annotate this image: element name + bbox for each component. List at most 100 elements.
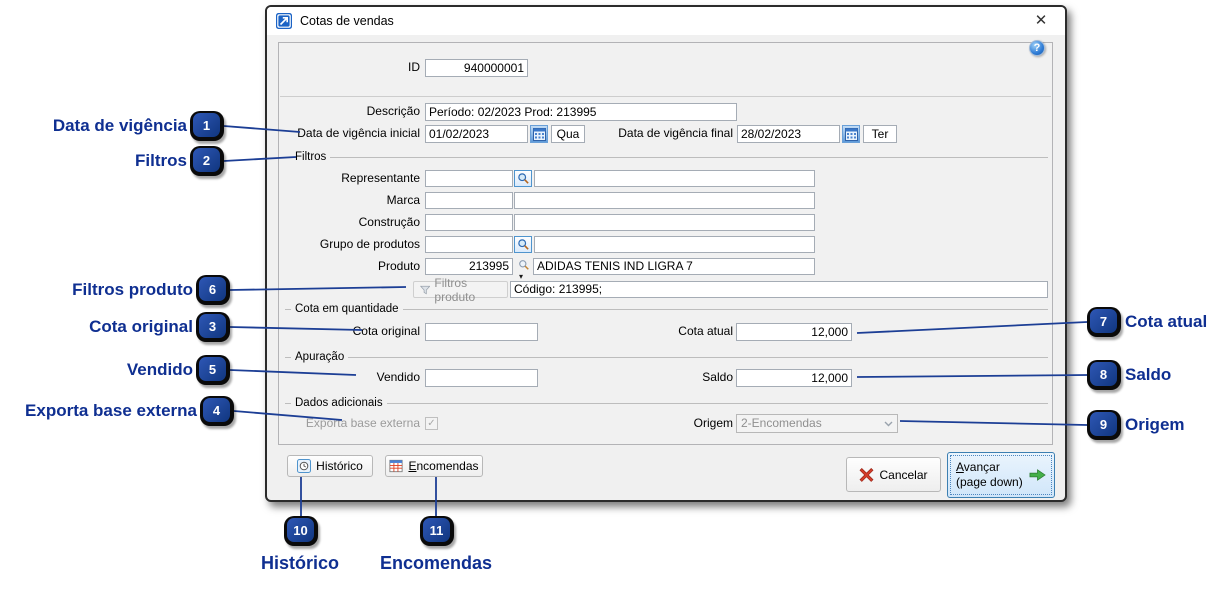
representante-name-field[interactable] [534, 170, 815, 187]
calendar-icon[interactable] [530, 125, 548, 143]
title-bar[interactable]: Cotas de vendas ✕ [267, 7, 1065, 35]
callout-label-exporta-base-externa: Exporta base externa [25, 399, 197, 423]
cota-atual-field[interactable]: 12,000 [736, 323, 852, 341]
vigencia-inicial-field[interactable]: 01/02/2023 [425, 125, 528, 143]
callout-label-vendido: Vendido [127, 358, 193, 382]
green-arrow-icon [1029, 468, 1046, 482]
cota-quantidade-group: Cota em quantidade [285, 309, 1048, 311]
marca-code-field[interactable] [425, 192, 513, 209]
descricao-field[interactable]: Período: 02/2023 Prod: 213995 [425, 103, 737, 121]
history-clock-icon [297, 459, 311, 473]
filtros-legend: Filtros [291, 150, 330, 165]
search-icon[interactable] [514, 170, 532, 187]
origem-label: Origem [694, 415, 733, 432]
vigencia-inicial-label: Data de vigência inicial [297, 125, 420, 142]
exporta-base-externa-checkbox[interactable]: ✓ [425, 417, 438, 430]
callout-label-filtros-produto: Filtros produto [72, 278, 193, 302]
marca-label: Marca [387, 192, 420, 209]
search-icon[interactable] [516, 258, 532, 272]
section-separator [280, 96, 1051, 97]
magnifier-glyph [517, 238, 530, 251]
cancelar-button-label: Cancelar [879, 468, 927, 482]
cota-atual-label: Cota atual [678, 323, 733, 340]
callout-badge-2: 2 [190, 146, 224, 176]
callout-badge-11: 11 [420, 516, 454, 546]
filtros-group: Filtros [285, 157, 1048, 159]
exporta-base-externa-label: Exporta base externa [306, 415, 420, 432]
grupo-produtos-label: Grupo de produtos [320, 236, 420, 253]
callout-badge-10: 10 [284, 516, 318, 546]
construcao-label: Construção [359, 214, 420, 231]
callout-badge-3: 3 [196, 312, 230, 342]
callout-badge-6: 6 [196, 275, 230, 305]
dados-adicionais-legend: Dados adicionais [291, 396, 387, 411]
callout-badge-1: 1 [190, 111, 224, 141]
callout-badge-5: 5 [196, 355, 230, 385]
callout-badge-8: 8 [1087, 360, 1121, 390]
dados-adicionais-group: Dados adicionais [285, 403, 1048, 405]
vendido-label: Vendido [377, 369, 420, 386]
encomendas-button[interactable]: Encomendas [385, 455, 483, 477]
vendido-field[interactable] [425, 369, 538, 387]
filtros-produto-button-label: Filtros produto [434, 276, 501, 304]
callout-label-historico: Histórico [230, 551, 370, 575]
avancar-button[interactable]: Avançar (page down) [947, 452, 1055, 498]
encomendas-button-label: Encomendas [408, 459, 478, 473]
representante-code-field[interactable] [425, 170, 513, 187]
cotas-de-vendas-dialog: Cotas de vendas ✕ ? ID 940000001 Descriç… [265, 5, 1067, 502]
magnifier-glyph [518, 259, 530, 271]
cota-original-label: Cota original [353, 323, 420, 340]
help-icon[interactable]: ? [1029, 40, 1045, 56]
callout-label-cota-atual: Cota atual [1125, 310, 1207, 334]
filtros-produto-button[interactable]: Filtros produto [413, 281, 508, 298]
cancelar-button[interactable]: Cancelar [846, 457, 941, 492]
historico-button[interactable]: Histórico [287, 455, 373, 477]
chevron-down-icon [884, 421, 893, 427]
grupo-produtos-code-field[interactable] [425, 236, 513, 253]
vigencia-final-label: Data de vigência final [618, 125, 733, 142]
orders-grid-icon [389, 459, 403, 473]
representante-label: Representante [341, 170, 420, 187]
cota-original-field[interactable] [425, 323, 538, 341]
id-field[interactable]: 940000001 [425, 59, 528, 77]
produto-label: Produto [378, 258, 420, 275]
funnel-icon [420, 284, 430, 296]
callout-badge-7: 7 [1087, 307, 1121, 337]
dropdown-caret-icon[interactable]: ▾ [519, 273, 523, 280]
construcao-code-field[interactable] [425, 214, 513, 231]
callout-label-data-de-vigencia: Data de vigência [53, 114, 187, 138]
magnifier-glyph [517, 172, 530, 185]
saldo-label: Saldo [702, 369, 733, 386]
avancar-button-label: Avançar (page down) [956, 460, 1023, 490]
cancel-x-icon [859, 467, 874, 482]
saldo-field[interactable]: 12,000 [736, 369, 852, 387]
grupo-produtos-name-field[interactable] [534, 236, 815, 253]
historico-button-label: Histórico [316, 459, 363, 473]
marca-name-field[interactable] [514, 192, 815, 209]
calendar-icon[interactable] [842, 125, 860, 143]
callout-label-saldo: Saldo [1125, 363, 1171, 387]
calendar-glyph [533, 128, 546, 141]
construcao-name-field[interactable] [514, 214, 815, 231]
search-icon[interactable] [514, 236, 532, 253]
callout-label-filtros: Filtros [135, 149, 187, 173]
weekday-final-box: Ter [863, 125, 897, 143]
callout-badge-9: 9 [1087, 410, 1121, 440]
filtros-produto-field[interactable]: Código: 213995; [510, 281, 1048, 298]
produto-name-field[interactable]: ADIDAS TENIS IND LIGRA 7 [533, 258, 815, 275]
callout-badge-4: 4 [200, 396, 234, 426]
weekday-initial-box: Qua [551, 125, 585, 143]
apuracao-legend: Apuração [291, 350, 348, 365]
origem-value: 2-Encomendas [741, 416, 822, 430]
callout-label-cota-original: Cota original [89, 315, 193, 339]
callout-label-encomendas: Encomendas [366, 551, 506, 575]
origem-dropdown[interactable]: 2-Encomendas [736, 414, 898, 433]
id-label: ID [408, 59, 420, 76]
vigencia-final-field[interactable]: 28/02/2023 [737, 125, 840, 143]
apuracao-group: Apuração [285, 357, 1048, 359]
produto-code-field[interactable]: 213995 [425, 258, 513, 275]
close-icon[interactable]: ✕ [1021, 7, 1061, 35]
callout-label-origem: Origem [1125, 413, 1185, 437]
page: Cotas de vendas ✕ ? ID 940000001 Descriç… [0, 0, 1226, 595]
window-title: Cotas de vendas [300, 7, 394, 35]
